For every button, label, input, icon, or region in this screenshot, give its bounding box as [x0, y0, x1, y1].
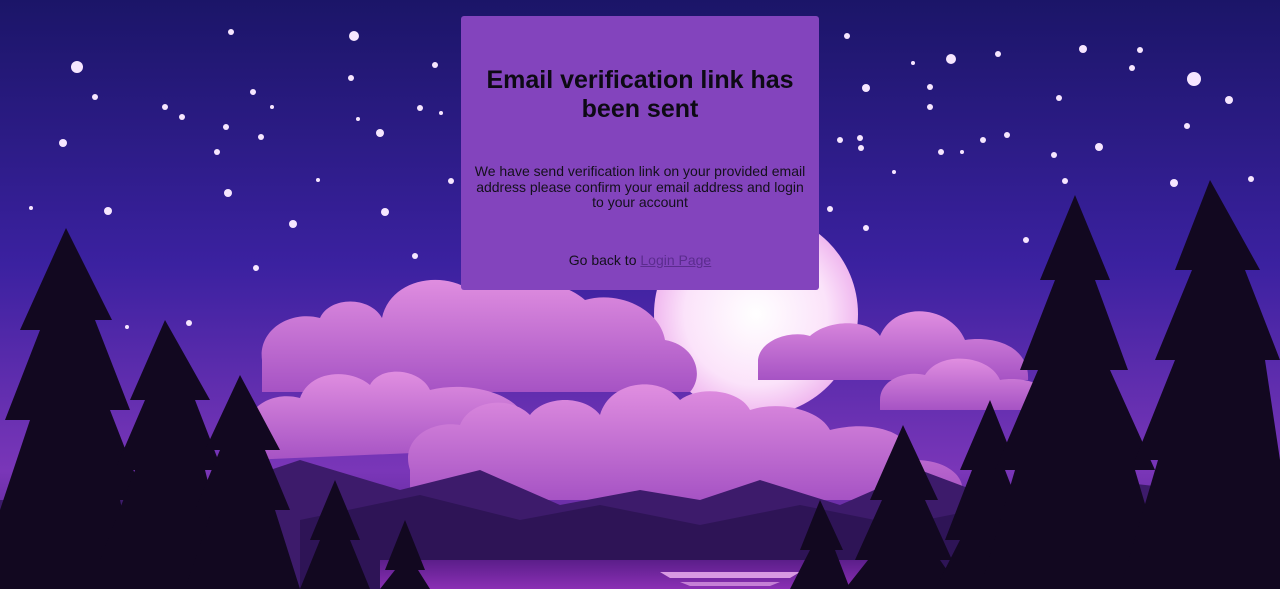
- go-back-line: Go back to Login Page: [461, 252, 819, 268]
- verification-message: We have send verification link on your p…: [474, 163, 806, 210]
- page-title: Email verification link has been sent: [486, 66, 794, 123]
- go-back-text: Go back to: [568, 252, 637, 268]
- login-page-link[interactable]: Login Page: [640, 252, 711, 268]
- verification-card: Email verification link has been sent We…: [461, 16, 819, 290]
